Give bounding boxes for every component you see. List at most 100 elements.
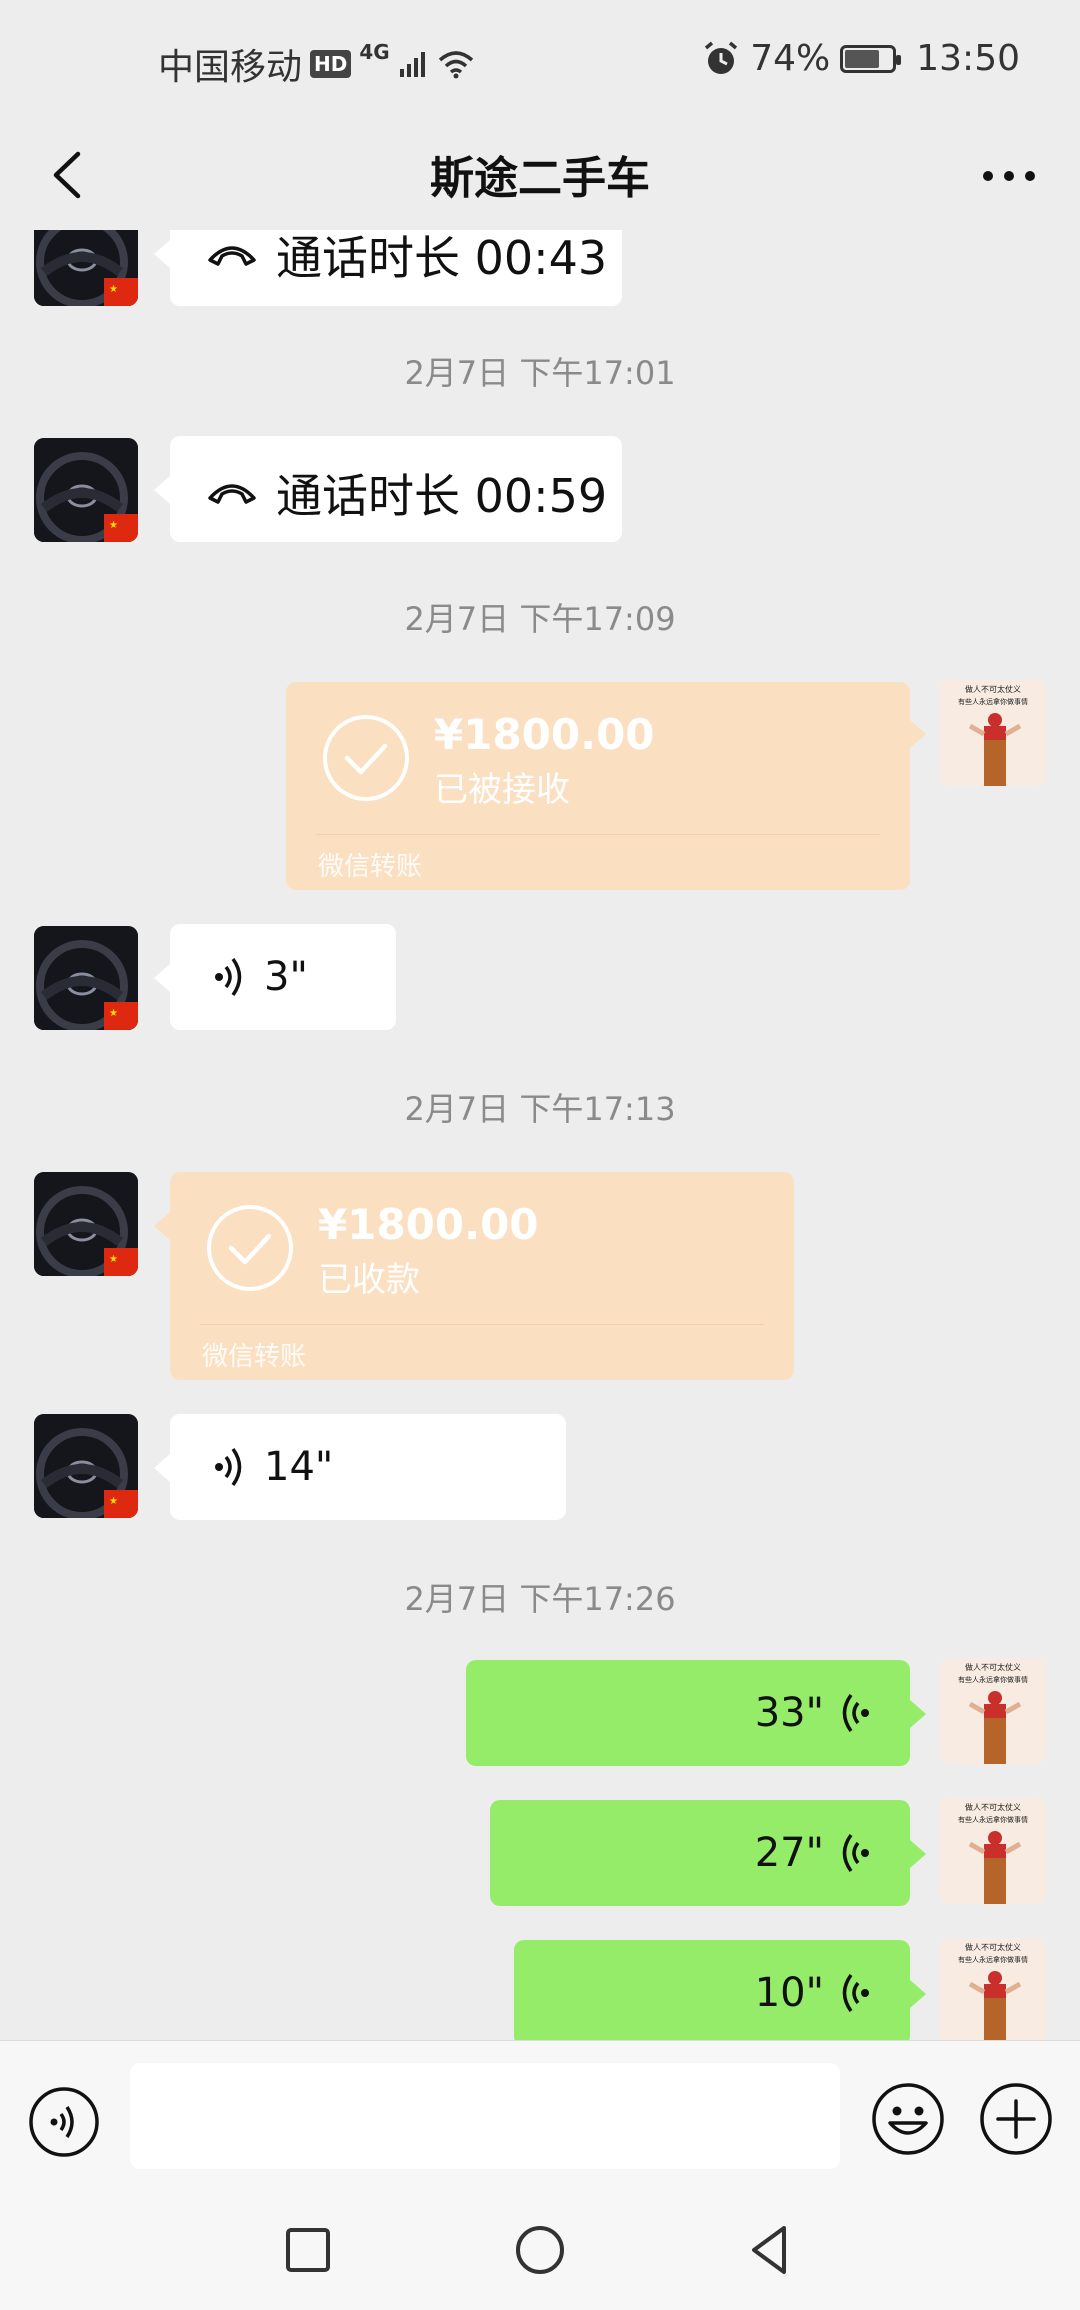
voice-bubble[interactable]: 3" [170,924,396,1030]
voice-icon [842,1693,869,1733]
check-circle-icon [323,715,409,801]
message-list[interactable]: ★ 通话时长 00:43 2月7日 下午17:01 ★ 通话时长 00:59 2… [0,230,1080,2040]
svg-text:★: ★ [109,520,118,531]
divider [316,834,880,835]
wifi-icon [438,51,473,79]
divider [200,1324,764,1325]
bubble-tail [154,240,170,268]
phone-hangup-icon [208,484,256,504]
avatar[interactable]: ★ [34,1172,138,1276]
bubble-tail [154,1212,170,1240]
svg-text:★: ★ [109,1496,118,1507]
svg-text:★: ★ [109,1008,118,1019]
steering-wheel-avatar: ★ [34,1414,138,1518]
phone-hangup-icon [208,246,256,266]
bubble-tail [154,476,170,504]
avatar[interactable]: 做人不可太仗义 有些人永远拿你做事情 [940,1938,1046,2040]
more-icon[interactable] [974,140,1044,210]
transfer-label: 微信转账 [202,1342,307,1372]
network-label: 4G [359,40,390,64]
hd-badge: HD [310,50,352,78]
bubble-tail [154,964,170,992]
avatar[interactable]: ★ [34,438,138,542]
circle-icon[interactable] [510,2220,570,2280]
clock: 13:50 [916,38,1020,79]
steering-wheel-avatar: ★ [34,926,138,1030]
steering-wheel-avatar: ★ [34,438,138,542]
carrier-label: 中国移动 [158,47,303,88]
transfer-amount: ¥1800.00 [318,1200,539,1249]
voice-bubble[interactable]: 33" [466,1660,910,1766]
svg-text:做人不可太仗义: 做人不可太仗义 [965,1942,1021,1952]
bubble-tail [154,1454,170,1482]
voice-bubble[interactable]: 10" [514,1940,910,2040]
check-circle-icon [207,1205,293,1291]
transfer-card[interactable]: ¥1800.00 已收款 微信转账 [170,1172,794,1380]
avatar[interactable]: ★ [34,1414,138,1518]
square-icon[interactable] [278,2220,338,2280]
triangle-icon[interactable] [740,2220,800,2280]
voice-input-icon[interactable] [28,2086,100,2158]
voice-duration: 33" [754,1690,824,1736]
voice-icon [842,1973,869,2013]
bubble-tail [910,1840,926,1868]
message-input[interactable] [130,2063,840,2169]
timestamp: 2月7日 下午17:01 [404,354,676,392]
transfer-card[interactable]: ¥1800.00 已被接收 微信转账 [286,682,910,890]
bubble-tail [910,1700,926,1728]
transfer-status: 已被接收 [434,770,570,810]
voice-row: 3" [214,954,308,1000]
status-left: 中国移动 HD 4G [158,38,476,90]
avatar[interactable]: ★ [34,230,138,306]
signal-icon [399,52,425,77]
voice-bubble[interactable]: 14" [170,1414,566,1520]
system-nav-bar [0,2190,1080,2310]
call-row: 通话时长 00:59 [206,460,607,526]
timestamp: 2月7日 下午17:09 [404,600,676,638]
avatar[interactable]: 做人不可太仗义 有些人永远拿你做事情 [940,680,1046,786]
status-bar: 中国移动 HD 4G 74% 13:50 [0,0,1080,120]
plus-icon[interactable] [978,2081,1054,2157]
svg-text:做人不可太仗义: 做人不可太仗义 [965,1662,1021,1672]
svg-text:有些人永远拿你做事情: 有些人永远拿你做事情 [958,1675,1028,1684]
svg-text:有些人永远拿你做事情: 有些人永远拿你做事情 [958,697,1028,706]
chat-title: 斯途二手车 [430,153,650,204]
transfer-amount: ¥1800.00 [434,710,655,759]
input-bar [0,2040,1080,2191]
timestamp: 2月7日 下午17:26 [404,1580,676,1618]
steering-wheel-avatar: ★ [34,230,138,306]
call-bubble[interactable]: 通话时长 00:59 [170,436,622,542]
battery-icon [840,44,902,73]
battery-fill [845,49,880,68]
avatar[interactable]: ★ [34,926,138,1030]
voice-duration: 3" [264,954,308,1000]
call-row: 通话时长 00:43 [206,230,607,288]
bubble-tail [910,720,926,748]
voice-row: 14" [214,1444,333,1490]
avatar[interactable]: 做人不可太仗义 有些人永远拿你做事情 [940,1798,1046,1904]
bubble-tail [910,1980,926,2008]
self-avatar: 做人不可太仗义 有些人永远拿你做事情 [940,680,1046,786]
avatar[interactable]: 做人不可太仗义 有些人永远拿你做事情 [940,1658,1046,1764]
self-avatar: 做人不可太仗义 有些人永远拿你做事情 [940,1658,1046,1764]
svg-text:做人不可太仗义: 做人不可太仗义 [965,684,1021,694]
transfer-status: 已收款 [318,1260,420,1300]
timestamp: 2月7日 下午17:13 [404,1090,676,1128]
voice-row: 27" [755,1830,870,1876]
voice-icon [215,1447,242,1487]
voice-duration: 27" [754,1830,824,1876]
emoji-icon[interactable] [870,2081,946,2157]
steering-wheel-avatar: ★ [34,1172,138,1276]
battery-percent: 74% [750,38,831,79]
voice-icon [215,957,242,997]
self-avatar: 做人不可太仗义 有些人永远拿你做事情 [940,1798,1046,1904]
call-bubble[interactable]: 通话时长 00:43 [170,230,622,306]
svg-text:★: ★ [109,284,118,295]
svg-text:做人不可太仗义: 做人不可太仗义 [965,1802,1021,1812]
voice-duration: 14" [264,1444,334,1490]
svg-text:有些人永远拿你做事情: 有些人永远拿你做事情 [958,1815,1028,1824]
alarm-icon [705,41,738,74]
self-avatar: 做人不可太仗义 有些人永远拿你做事情 [940,1938,1046,2040]
voice-bubble[interactable]: 27" [490,1800,910,1906]
call-duration: 通话时长 00:43 [276,231,608,285]
